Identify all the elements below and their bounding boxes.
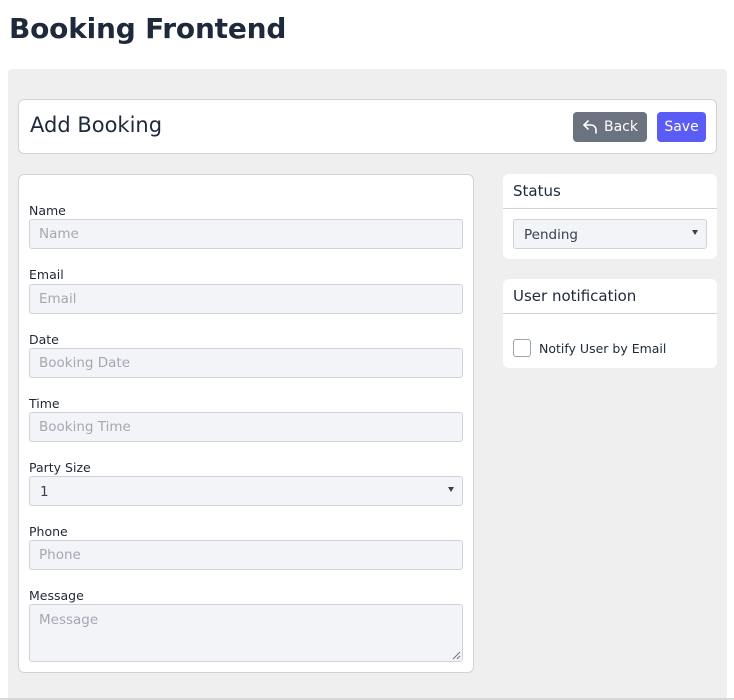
chevron-down-icon	[448, 487, 454, 492]
back-button-label: Back	[604, 119, 638, 135]
phone-label: Phone	[29, 524, 68, 539]
notification-divider	[503, 313, 717, 314]
message-textarea[interactable]	[29, 604, 463, 662]
date-input[interactable]	[29, 348, 463, 378]
time-input[interactable]	[29, 412, 463, 442]
status-card: Status Pending	[503, 174, 717, 259]
date-label: Date	[29, 332, 59, 347]
time-label: Time	[29, 396, 60, 411]
email-label: Email	[29, 267, 64, 282]
notify-user-label[interactable]: Notify User by Email	[539, 341, 666, 356]
party-size-select[interactable]: 1	[29, 476, 463, 506]
message-label: Message	[29, 588, 84, 603]
user-notification-title: User notification	[513, 287, 637, 305]
chevron-down-icon	[692, 230, 698, 235]
party-size-value: 1	[40, 484, 49, 500]
status-title: Status	[513, 182, 561, 200]
page-title: Booking Frontend	[9, 12, 287, 45]
save-button[interactable]: Save	[657, 112, 706, 142]
resize-grip-icon[interactable]	[452, 651, 461, 660]
party-size-label: Party Size	[29, 460, 91, 475]
booking-form-card: Name Email Date Time Party Size 1 Phone …	[18, 174, 474, 673]
form-title: Add Booking	[30, 113, 163, 137]
status-value: Pending	[524, 227, 578, 243]
notify-user-checkbox[interactable]	[513, 339, 531, 357]
email-input[interactable]	[29, 284, 463, 314]
user-notification-card: User notification Notify User by Email	[503, 279, 717, 368]
back-button[interactable]: Back	[573, 112, 647, 142]
name-input[interactable]	[29, 219, 463, 249]
page-header-card: Add Booking Back Save	[18, 99, 717, 154]
phone-input[interactable]	[29, 540, 463, 570]
message-field-wrapper	[29, 604, 463, 662]
undo-arrow-icon	[583, 120, 597, 134]
status-select[interactable]: Pending	[513, 219, 707, 249]
status-divider	[503, 208, 717, 209]
name-label: Name	[29, 203, 66, 218]
